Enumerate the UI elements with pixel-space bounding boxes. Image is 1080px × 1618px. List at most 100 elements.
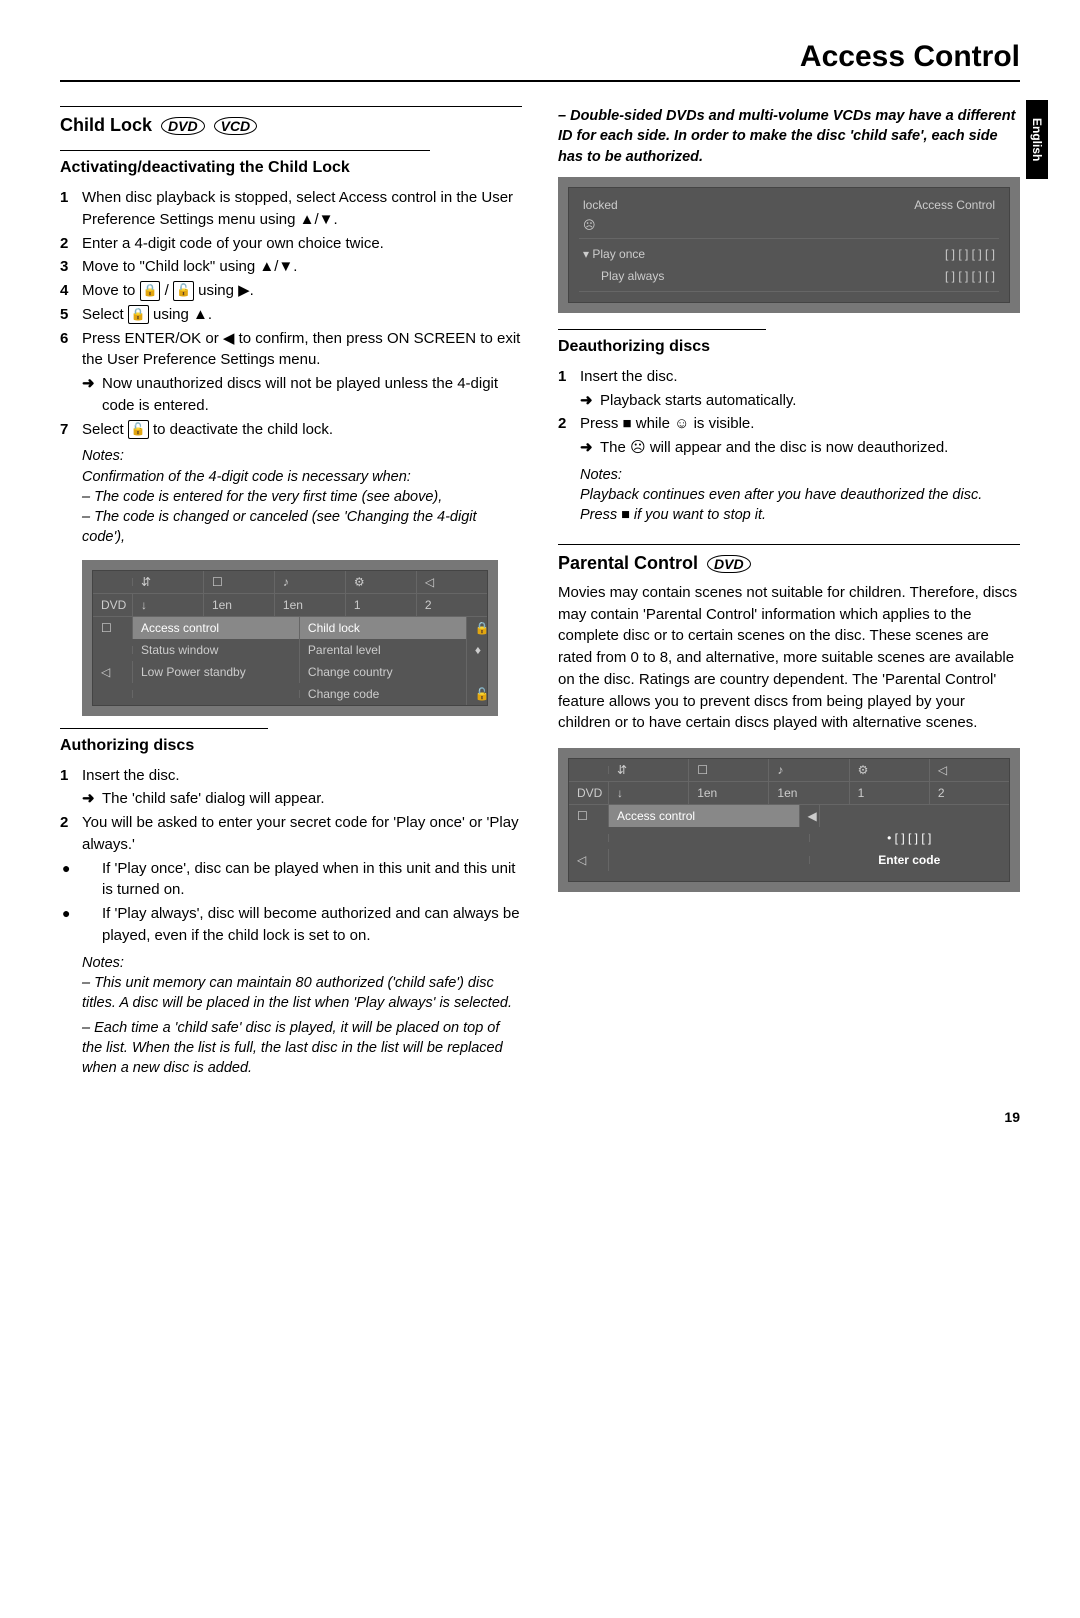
osd-top-icon: ⇵ <box>133 571 204 593</box>
osd-locked-label: locked <box>583 198 618 212</box>
deauthorizing-heading: Deauthorizing discs <box>558 338 1020 356</box>
osd-code-slots: • [ ] [ ] [ ] <box>810 827 1010 849</box>
lock-closed-icon: 🔒 <box>128 305 149 324</box>
osd-play-always: Play always <box>601 269 664 283</box>
osd-value: 2 <box>417 594 487 616</box>
parental-body: Movies may contain scenes not suitable f… <box>558 582 1020 734</box>
step-text: Select <box>82 421 128 438</box>
authorizing-heading: Authorizing discs <box>60 737 522 755</box>
notes-block: Notes: Confirmation of the 4-digit code … <box>60 446 522 547</box>
step-num: 1 <box>60 187 68 209</box>
step-text: Move to <box>82 282 140 299</box>
step-text: Enter a 4-digit code of your own choice … <box>82 235 384 252</box>
notes-block: Notes: – This unit memory can maintain 8… <box>60 953 522 1079</box>
osd-value: 1en <box>769 782 849 804</box>
notes-line: Playback continues even after you have d… <box>580 485 1020 526</box>
osd-code-slots: [ ] [ ] [ ] [ ] <box>945 247 995 261</box>
osd-value: 1 <box>850 782 930 804</box>
osd-top-icon: ☐ <box>204 571 275 593</box>
parental-heading: Parental Control DVD <box>558 553 1020 574</box>
notes-heading: Notes: <box>82 953 522 973</box>
osd-menu-item: Status window <box>133 639 300 661</box>
osd-menu-item: Access control <box>609 805 800 827</box>
osd-enter-code: Enter code <box>810 849 1010 871</box>
step-text: Press ENTER/OK or ◀ to confirm, then pre… <box>82 330 520 369</box>
sad-face-icon: ☹ <box>583 218 596 232</box>
lock-open-icon: 🔓 <box>173 281 194 300</box>
step-num: 1 <box>558 366 566 388</box>
step-text: to deactivate the child lock. <box>149 421 333 438</box>
page-number: 19 <box>60 1109 1020 1125</box>
activating-steps: 1 When disc playback is stopped, select A… <box>60 187 522 440</box>
result-text: Playback starts automatically. <box>600 392 796 409</box>
notes-line: Confirmation of the 4-digit code is nece… <box>82 467 522 487</box>
child-lock-label: Child Lock <box>60 115 152 135</box>
osd-menu-item: Child lock <box>300 617 467 639</box>
step-num: 2 <box>558 413 566 435</box>
osd-menu-item: Low Power standby <box>133 661 300 683</box>
step-text: / <box>160 282 173 299</box>
vcd-icon: VCD <box>214 117 258 135</box>
step-text: Press ■ while ☺ is visible. <box>580 415 754 432</box>
osd-value: 1en <box>204 594 275 616</box>
step-text: using ▶. <box>194 282 254 299</box>
authorizing-steps: 1 Insert the disc. The 'child safe' dialo… <box>60 765 522 947</box>
step-text: When disc playback is stopped, select Ac… <box>82 189 513 228</box>
step-num: 5 <box>60 304 68 326</box>
osd-top-icon: ◁ <box>417 571 487 593</box>
bullet-text: If 'Play once', disc can be played when … <box>102 860 515 899</box>
osd-code-slots: [ ] [ ] [ ] [ ] <box>945 269 995 283</box>
dvd-icon: DVD <box>707 555 751 573</box>
osd-value: 1 <box>346 594 417 616</box>
osd-dvd-label: DVD <box>93 594 133 616</box>
language-tab: English <box>1026 100 1048 179</box>
child-lock-heading: Child Lock DVD VCD <box>60 115 522 136</box>
osd-dvd-label: DVD <box>569 782 609 804</box>
osd-menu-item: Access control <box>133 617 300 639</box>
osd-value: 2 <box>930 782 1009 804</box>
notes-heading: Notes: <box>82 446 522 466</box>
activating-heading: Activating/deactivating the Child Lock <box>60 159 522 177</box>
page-title: Access Control <box>60 40 1020 82</box>
step-num: 6 <box>60 328 68 350</box>
content-columns: Child Lock DVD VCD Activating/deactivati… <box>60 100 1020 1079</box>
osd-screenshot-settings: ⇵ ☐ ♪ ⚙ ◁ DVD ↓ 1en 1en 1 2 ☐ Access con… <box>82 560 498 716</box>
osd-value: 1en <box>689 782 769 804</box>
osd-menu-item: Parental level <box>300 639 467 661</box>
osd-menu-item: Change code <box>300 683 467 705</box>
step-text: You will be asked to enter your secret c… <box>82 814 519 853</box>
lock-open-icon: 🔓 <box>128 420 149 439</box>
result-text: Now unauthorized discs will not be playe… <box>102 375 498 414</box>
step-num: 3 <box>60 256 68 278</box>
step-num: 7 <box>60 419 68 441</box>
osd-play-once: ▾ Play once <box>583 247 645 261</box>
top-note: – Double-sided DVDs and multi-volume VCD… <box>558 106 1020 167</box>
step-num: 1 <box>60 765 68 787</box>
notes-line: – The code is entered for the very first… <box>82 487 522 507</box>
parental-label: Parental Control <box>558 553 698 573</box>
step-text: Select <box>82 306 128 323</box>
notes-line: – The code is changed or canceled (see '… <box>82 507 522 548</box>
result-text: The 'child safe' dialog will appear. <box>102 790 325 807</box>
osd-value: 1en <box>275 594 346 616</box>
osd-top-icon: ♪ <box>275 571 346 593</box>
osd-menu-item: Change country <box>300 661 467 683</box>
step-num: 2 <box>60 233 68 255</box>
step-text: Move to "Child lock" using ▲/▼. <box>82 258 297 275</box>
osd-title: Access Control <box>914 198 995 212</box>
step-num: 4 <box>60 280 68 302</box>
dvd-icon: DVD <box>161 117 205 135</box>
deauthorizing-steps: 1 Insert the disc. Playback starts automa… <box>558 366 1020 459</box>
step-text: Insert the disc. <box>580 368 678 385</box>
right-column: – Double-sided DVDs and multi-volume VCD… <box>558 100 1020 1079</box>
notes-line: – This unit memory can maintain 80 autho… <box>82 973 522 1014</box>
lock-closed-icon: 🔒 <box>140 281 161 300</box>
osd-top-icon: ⚙ <box>346 571 417 593</box>
notes-block: Notes: Playback continues even after you… <box>558 465 1020 526</box>
step-text: using ▲. <box>149 306 212 323</box>
step-text: Insert the disc. <box>82 767 180 784</box>
left-column: Child Lock DVD VCD Activating/deactivati… <box>60 100 522 1079</box>
osd-screenshot-entercode: ⇵☐♪⚙◁ DVD ↓ 1en 1en 1 2 ☐ Access control… <box>558 748 1020 892</box>
step-num: 2 <box>60 812 68 834</box>
bullet-text: If 'Play always', disc will become autho… <box>102 905 520 944</box>
